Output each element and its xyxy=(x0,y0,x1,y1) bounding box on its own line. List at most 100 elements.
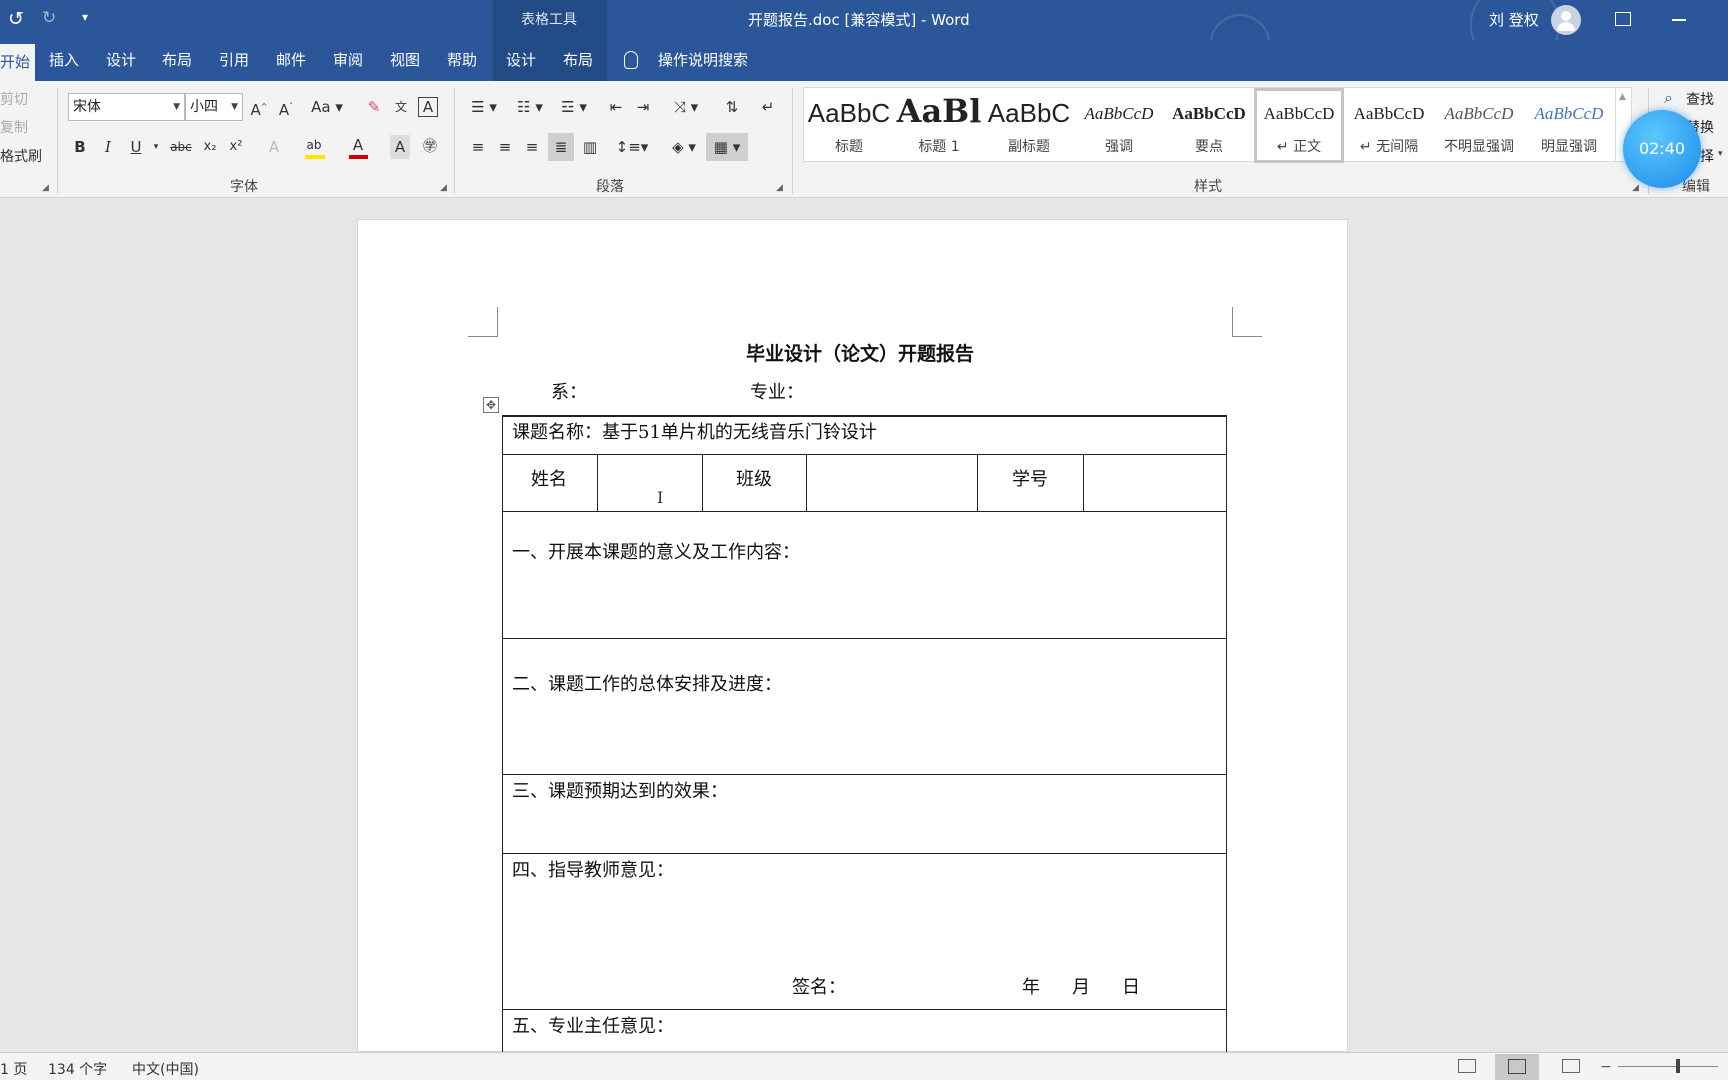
clipboard-launcher-icon[interactable]: ◢ xyxy=(42,183,49,193)
paragraph-launcher-icon[interactable]: ◢ xyxy=(776,183,783,193)
shading-icon[interactable]: ◈ ▾ xyxy=(666,135,702,159)
font-launcher-icon[interactable]: ◢ xyxy=(440,183,447,193)
tab-help[interactable]: 帮助 xyxy=(447,40,477,81)
format-painter-button[interactable]: 格式刷 xyxy=(0,146,42,166)
ribbon-display-options-icon[interactable] xyxy=(1615,12,1631,26)
align-center-icon[interactable]: ≡ xyxy=(493,135,517,159)
grow-font-icon[interactable]: A^ xyxy=(247,95,271,119)
id-label-cell[interactable]: 学号 xyxy=(1012,465,1048,491)
underline-button[interactable]: U xyxy=(124,135,148,159)
font-name-select[interactable]: 宋体 ▼ xyxy=(68,93,185,121)
tab-insert[interactable]: 插入 xyxy=(49,40,79,81)
tab-view[interactable]: 视图 xyxy=(390,40,420,81)
chevron-down-icon: ▼ xyxy=(173,102,180,112)
increase-indent-icon[interactable]: ⇥ xyxy=(631,95,655,119)
distributed-icon[interactable]: ▥ xyxy=(578,135,602,159)
minimize-icon[interactable] xyxy=(1672,19,1686,21)
tab-home[interactable]: 开始 xyxy=(0,44,35,81)
styles-launcher-icon[interactable]: ◢ xyxy=(1632,183,1639,193)
subscript-button[interactable]: x₂ xyxy=(198,135,222,159)
class-value-cell[interactable] xyxy=(807,455,977,510)
tab-mailings[interactable]: 邮件 xyxy=(276,40,306,81)
style-intense-emphasis[interactable]: AaBbCcD 明显强调 xyxy=(1524,88,1614,163)
style-normal[interactable]: AaBbCcD ↵ 正文 xyxy=(1254,88,1344,163)
class-label-cell[interactable]: 班级 xyxy=(736,465,772,491)
character-border-icon[interactable]: A xyxy=(418,97,438,117)
style-title[interactable]: AaBbC 标题 xyxy=(804,88,894,163)
id-value-cell[interactable] xyxy=(1084,455,1226,510)
font-color-icon[interactable]: A xyxy=(346,133,370,157)
shrink-font-icon[interactable]: Aˇ xyxy=(274,95,298,119)
recording-timer[interactable]: 02:40 xyxy=(1623,110,1701,188)
name-value-cell[interactable] xyxy=(598,455,702,510)
section-4-cell[interactable]: 四、指导教师意见： xyxy=(512,856,674,882)
zoom-out-icon[interactable]: − xyxy=(1600,1059,1612,1075)
section-5-cell[interactable]: 五、专业主任意见： xyxy=(512,1012,674,1038)
search-icon[interactable]: ⌕ xyxy=(1664,88,1673,108)
section-3-cell[interactable]: 三、课题预期达到的效果： xyxy=(512,777,728,803)
redo-icon[interactable]: ↻ xyxy=(42,8,56,28)
zoom-slider-thumb[interactable] xyxy=(1676,1059,1680,1073)
align-left-icon[interactable]: ≡ xyxy=(466,135,490,159)
asian-layout-icon[interactable]: ⤨ ▾ xyxy=(668,95,704,119)
underline-dropdown-icon[interactable]: ▾ xyxy=(150,135,162,159)
decrease-indent-icon[interactable]: ⇤ xyxy=(604,95,628,119)
style-strong[interactable]: AaBbCcD 要点 xyxy=(1164,88,1254,163)
tab-references[interactable]: 引用 xyxy=(219,40,249,81)
tab-table-layout[interactable]: 布局 xyxy=(563,40,593,81)
section-1-cell[interactable]: 一、开展本课题的意义及工作内容： xyxy=(512,538,800,564)
language-indicator[interactable]: 中文(中国) xyxy=(132,1059,199,1079)
font-size-select[interactable]: 小四 ▼ xyxy=(185,93,243,121)
style-subtle-emphasis[interactable]: AaBbCcD 不明显强调 xyxy=(1434,88,1524,163)
numbering-icon[interactable]: ☷ ▾ xyxy=(512,95,548,119)
character-shading-icon[interactable]: A xyxy=(390,135,410,159)
web-layout-icon[interactable] xyxy=(1562,1059,1580,1073)
avatar[interactable] xyxy=(1551,5,1581,35)
section-2-cell[interactable]: 二、课题工作的总体安排及进度： xyxy=(512,670,782,696)
justify-icon[interactable]: ≣ xyxy=(548,133,574,161)
borders-icon[interactable]: ▦ ▾ xyxy=(706,133,748,161)
style-no-spacing[interactable]: AaBbCcD ↵ 无间隔 xyxy=(1344,88,1434,163)
strikethrough-button[interactable]: abc xyxy=(166,135,196,159)
style-heading-1[interactable]: AaBl 标题 1 xyxy=(894,88,984,163)
multilevel-list-icon[interactable]: ☲ ▾ xyxy=(556,95,592,119)
superscript-button[interactable]: x² xyxy=(224,135,248,159)
italic-button[interactable]: I xyxy=(96,135,120,159)
topic-cell[interactable]: 课题名称：基于51单片机的无线音乐门铃设计 xyxy=(512,418,877,444)
tell-me-search[interactable]: 操作说明搜索 xyxy=(658,40,748,81)
page-count[interactable]: 1 页 xyxy=(0,1059,27,1079)
show-marks-icon[interactable]: ↵ xyxy=(756,95,780,119)
zoom-slider-track[interactable] xyxy=(1618,1066,1718,1067)
align-right-icon[interactable]: ≡ xyxy=(520,135,544,159)
tab-table-design[interactable]: 设计 xyxy=(506,40,536,81)
copy-button[interactable]: 复制 xyxy=(0,117,28,137)
highlight-icon[interactable]: ab xyxy=(302,133,326,157)
text-effects-icon[interactable]: A xyxy=(262,135,286,159)
print-layout-button[interactable] xyxy=(1495,1054,1539,1080)
name-label-cell[interactable]: 姓名 xyxy=(531,465,567,491)
scroll-up-icon[interactable]: ▲ xyxy=(1619,92,1626,102)
line-spacing-icon[interactable]: ↕≡▾ xyxy=(614,135,650,159)
sort-icon[interactable]: ⇅ xyxy=(720,95,744,119)
chevron-down-icon[interactable]: ▾ xyxy=(1718,149,1723,159)
bold-button[interactable]: B xyxy=(68,135,92,159)
read-mode-icon[interactable] xyxy=(1458,1059,1476,1073)
clear-formatting-icon[interactable]: ✎ xyxy=(362,95,386,119)
style-subtitle[interactable]: AaBbC 副标题 xyxy=(984,88,1074,163)
undo-icon[interactable]: ↺ xyxy=(8,8,24,30)
enclose-characters-icon[interactable]: ㊫ xyxy=(418,135,442,159)
cut-button[interactable]: 剪切 xyxy=(0,89,28,109)
customize-quick-access-icon[interactable]: ▾ xyxy=(82,10,88,24)
style-emphasis[interactable]: AaBbCcD 强调 xyxy=(1074,88,1164,163)
bullets-icon[interactable]: ☰ ▾ xyxy=(466,95,502,119)
tab-layout[interactable]: 布局 xyxy=(162,40,192,81)
find-button[interactable]: 查找 xyxy=(1686,89,1714,109)
user-name[interactable]: 刘 登权 xyxy=(1489,9,1539,30)
tab-review[interactable]: 审阅 xyxy=(333,40,363,81)
tab-design[interactable]: 设计 xyxy=(106,40,136,81)
table-move-handle-icon[interactable]: ✥ xyxy=(483,397,499,413)
word-count[interactable]: 134 个字 xyxy=(48,1059,107,1079)
phonetic-guide-icon[interactable]: 文 xyxy=(389,95,413,119)
text-cursor-icon: I xyxy=(657,488,664,507)
change-case-button[interactable]: Aa ▾ xyxy=(310,95,344,119)
